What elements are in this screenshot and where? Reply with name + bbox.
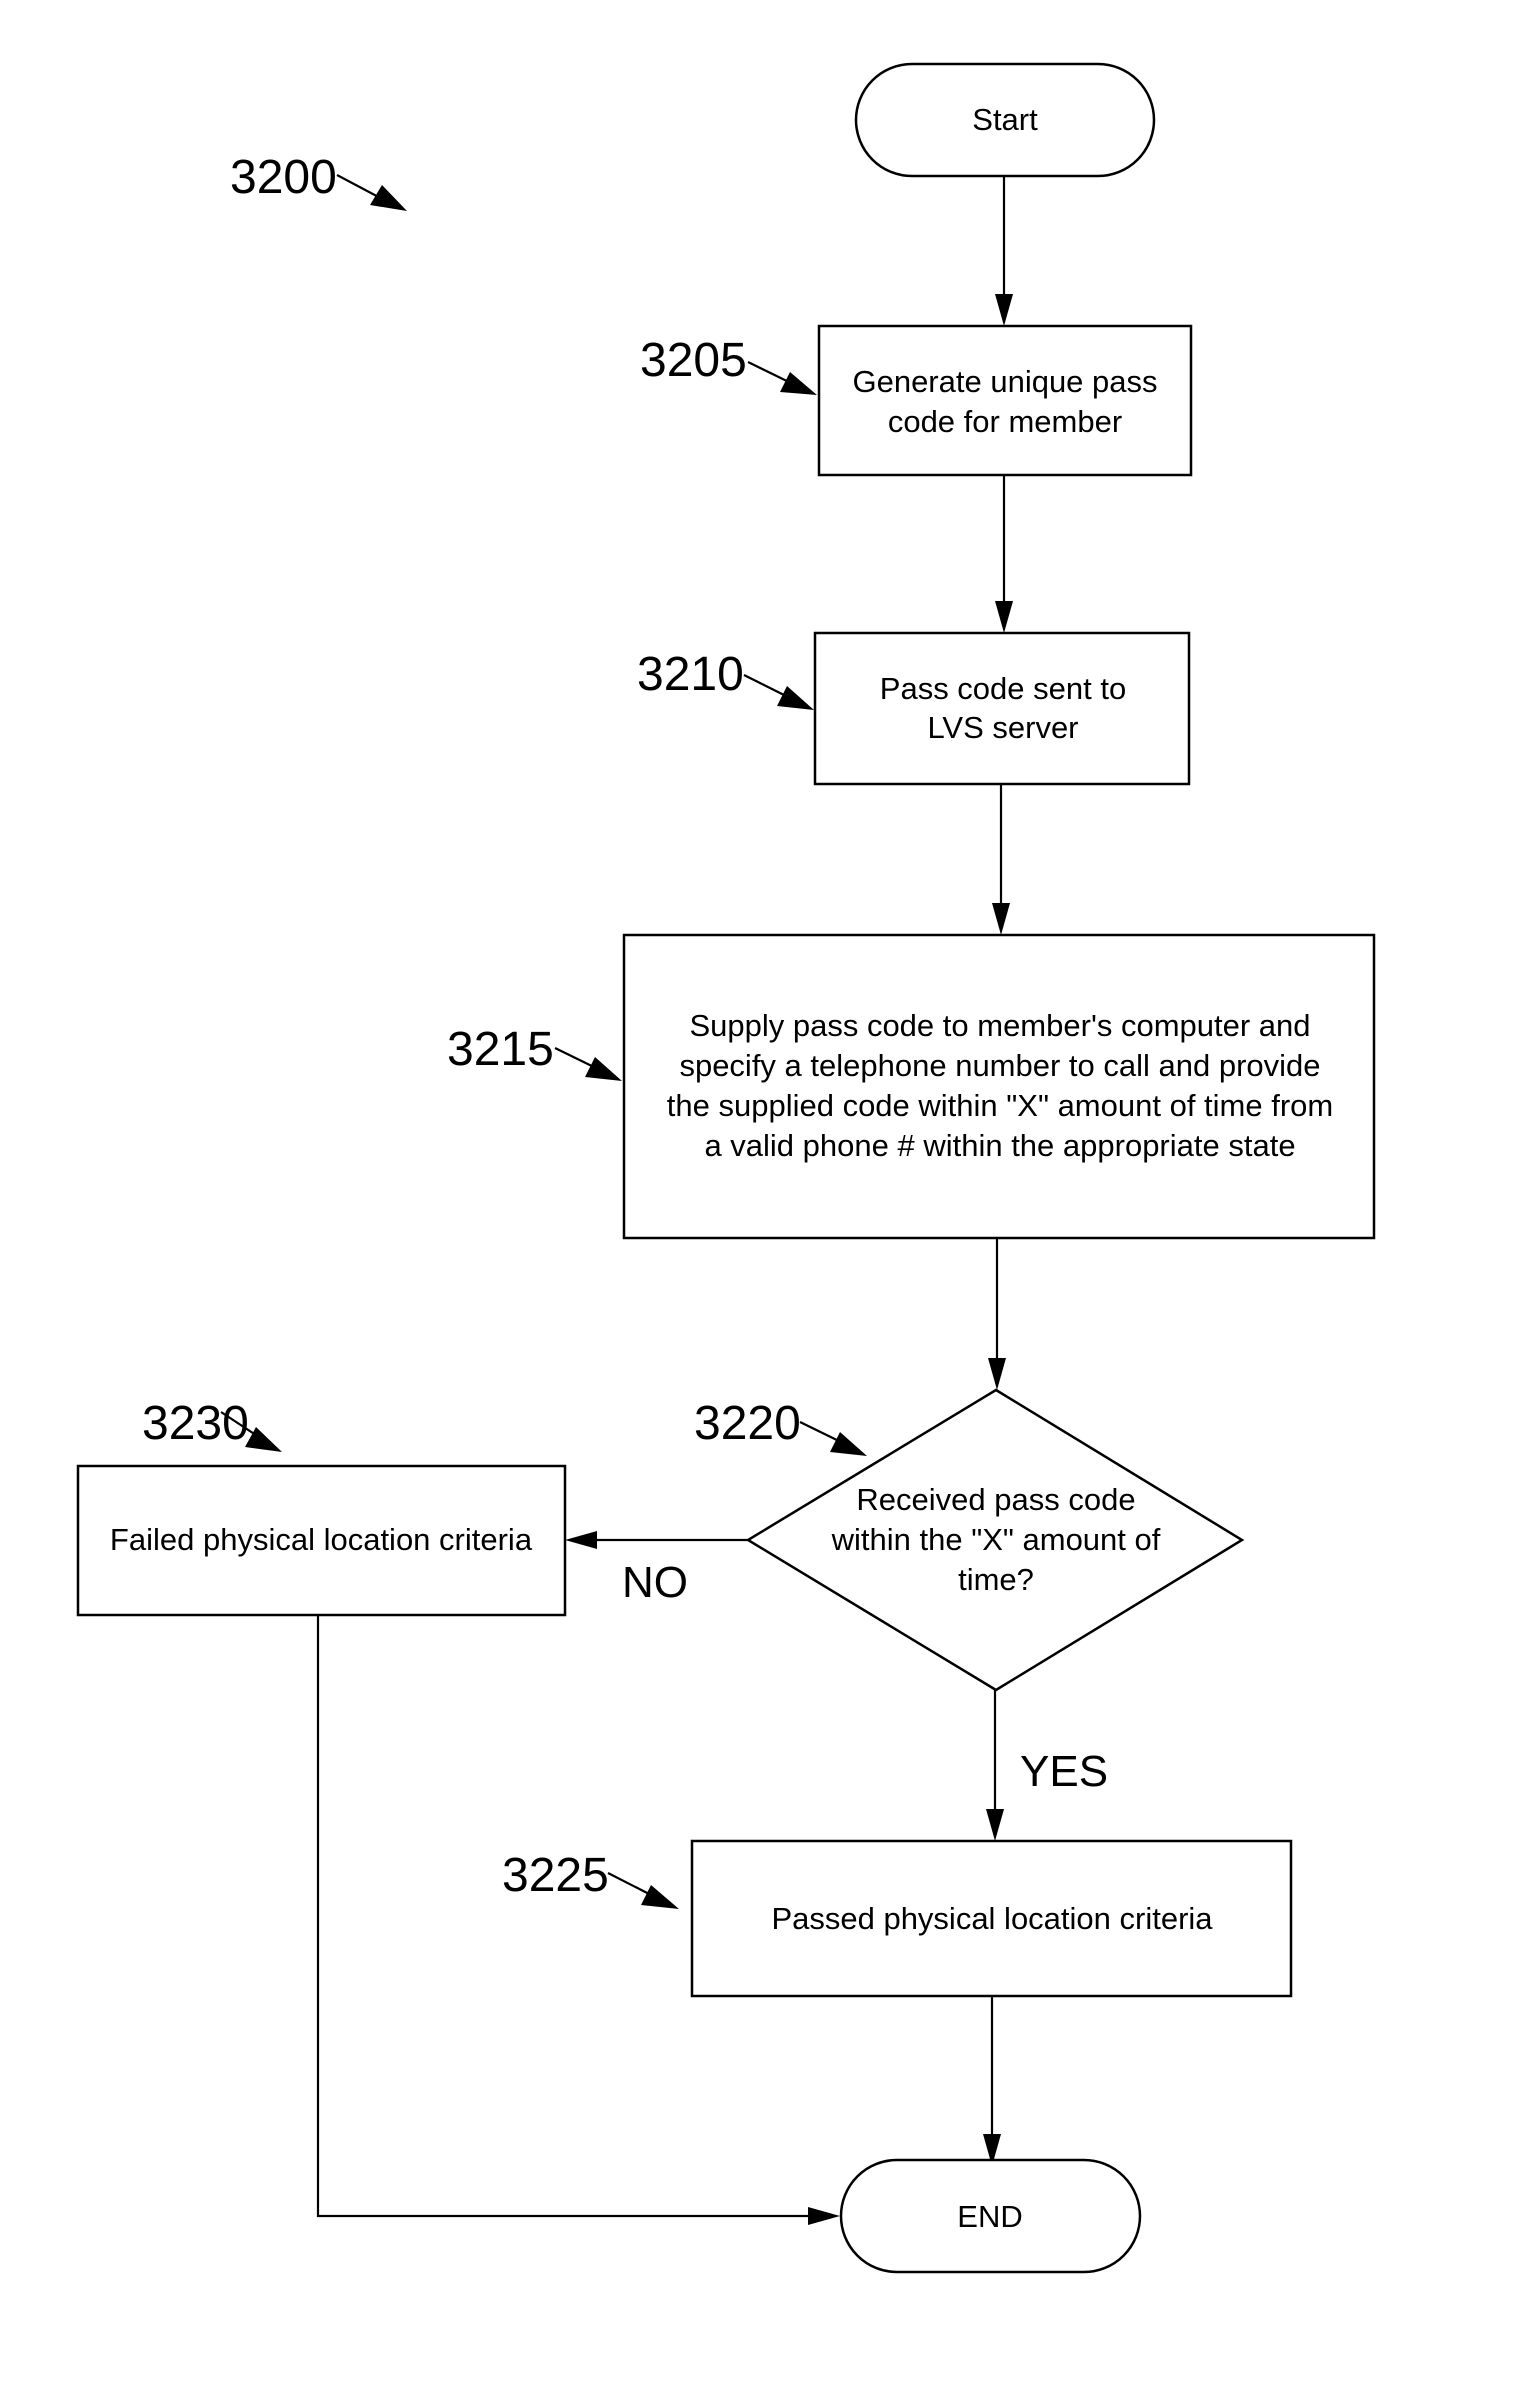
yes-branch-label: YES [1020,1747,1108,1796]
decision-3220-line-1: Received pass code [856,1482,1135,1517]
ref-arrow-3210 [743,674,814,710]
step-3215-line-1: Supply pass code to member's computer an… [689,1008,1310,1043]
step-3210: Pass code sent to LVS server [813,631,1191,786]
ref-arrow-3225 [607,1872,679,1909]
ref-label-3230: 3230 [142,1397,249,1450]
ref-label-3210: 3210 [637,648,744,701]
step-3215-line-2: specify a telephone number to call and p… [679,1048,1320,1083]
decision-3220-line-3: time? [958,1562,1034,1597]
edge-3215-to-3220 [988,1238,1006,1390]
decision-3220: Received pass code within the "X" amount… [745,1388,1245,1692]
step-3205-line-1: Generate unique pass [852,364,1157,399]
ref-arrow-3215 [554,1047,622,1081]
step-3210-line-1: Pass code sent to [880,671,1126,706]
decision-3220-line-2: within the "X" amount of [831,1522,1161,1557]
no-branch-label: NO [622,1558,688,1607]
edge-3220-to-3225-yes [986,1690,1004,1841]
ref-label-3205: 3205 [640,334,747,387]
ref-arrow-3205 [747,361,817,395]
figure-ref-arrow [336,174,407,211]
step-3215-line-3: the supplied code within "X" amount of t… [667,1088,1333,1123]
edge-3210-to-3215 [992,784,1010,935]
step-3230: Failed physical location criteria [76,1464,567,1617]
edge-3205-to-3210 [995,475,1013,633]
step-3210-line-2: LVS server [927,710,1078,745]
step-3225-line-1: Passed physical location criteria [771,1901,1213,1936]
step-3225: Passed physical location criteria [690,1839,1293,1998]
edge-3220-to-3230-no [565,1531,748,1549]
figure-ref-label: 3200 [230,151,337,204]
end-text: END [957,2199,1022,2234]
start-text: Start [972,102,1038,137]
edge-start-to-3205 [995,176,1013,326]
flowchart: 3200 Start Generate unique pass code for… [76,62,1376,2274]
ref-label-3215: 3215 [447,1023,554,1076]
end-terminal: END [839,2158,1142,2274]
step-3205-line-2: code for member [888,404,1122,439]
step-3230-line-1: Failed physical location criteria [110,1522,533,1557]
ref-arrow-3220 [799,1421,867,1456]
step-3215: Supply pass code to member's computer an… [622,933,1376,1240]
ref-label-3225: 3225 [502,1849,609,1902]
start-terminal: Start [854,62,1156,178]
step-3215-line-4: a valid phone # within the appropriate s… [704,1128,1295,1163]
ref-label-3220: 3220 [694,1397,801,1450]
edge-3225-to-end [983,1996,1001,2166]
step-3205: Generate unique pass code for member [817,324,1193,477]
